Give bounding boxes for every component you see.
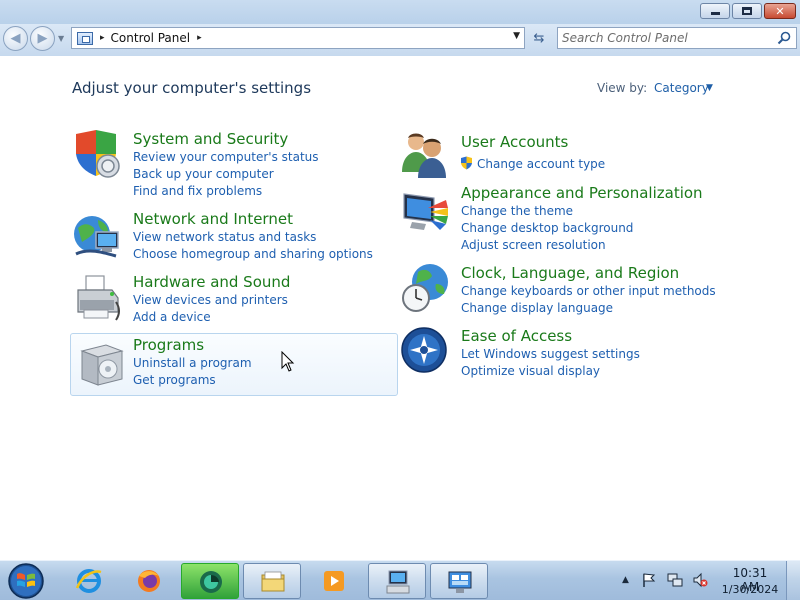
folder-icon — [261, 571, 285, 592]
control-panel-icon — [448, 571, 472, 593]
link-adjust-screen-resolution[interactable]: Adjust screen resolution — [461, 238, 606, 252]
category-hardware-sound-title[interactable]: Hardware and Sound — [133, 273, 290, 291]
programs-box-icon[interactable] — [76, 337, 128, 389]
media-player-icon — [324, 571, 344, 591]
view-by-dropdown[interactable]: Category — [654, 81, 709, 95]
minimize-button[interactable] — [700, 3, 730, 19]
close-icon: ✕ — [775, 4, 785, 18]
network-icon[interactable] — [667, 572, 683, 588]
taskbar: ▲ 10:31 AM 1/30/2024 — [0, 560, 800, 600]
link-homegroup-sharing[interactable]: Choose homegroup and sharing options — [133, 247, 373, 261]
link-view-network-status[interactable]: View network status and tasks — [133, 230, 316, 244]
category-network-internet-title[interactable]: Network and Internet — [133, 210, 293, 228]
internet-explorer-icon — [75, 569, 102, 593]
link-get-programs[interactable]: Get programs — [133, 373, 216, 387]
firefox-icon — [138, 570, 160, 592]
category-clock-region-title[interactable]: Clock, Language, and Region — [461, 264, 679, 282]
show-hidden-icons-button[interactable]: ▲ — [622, 575, 629, 585]
recent-pages-dropdown-icon[interactable]: ▼ — [58, 34, 64, 43]
green-app-icon — [200, 571, 222, 593]
shield-icon[interactable] — [72, 128, 124, 180]
link-change-desktop-background[interactable]: Change desktop background — [461, 221, 633, 235]
forward-button[interactable]: ▶ — [30, 26, 55, 51]
link-review-computer-status[interactable]: Review your computer's status — [133, 150, 319, 164]
category-system-security-title[interactable]: System and Security — [133, 130, 288, 148]
ease-of-access-icon[interactable] — [400, 326, 452, 378]
printer-icon[interactable] — [72, 272, 124, 324]
search-input[interactable] — [562, 30, 772, 46]
clock-globe-icon[interactable] — [400, 262, 452, 314]
taskbar-green-app[interactable] — [181, 563, 239, 599]
speaker-muted-icon[interactable] — [692, 572, 708, 588]
window-titlebar[interactable]: ✕ — [0, 0, 800, 24]
back-arrow-icon: ◀ — [10, 31, 21, 46]
start-button-windows-icon[interactable] — [6, 562, 46, 600]
search-box[interactable] — [557, 27, 797, 49]
appearance-monitor-icon[interactable] — [400, 188, 452, 240]
close-button[interactable]: ✕ — [764, 3, 796, 19]
address-bar[interactable]: ▸ Control Panel ▸ ▼ — [71, 27, 525, 49]
breadcrumb-root-separator-icon[interactable]: ▸ — [100, 33, 105, 43]
search-icon[interactable] — [777, 31, 791, 45]
taskbar-firefox[interactable] — [120, 563, 178, 599]
taskbar-media-player[interactable] — [305, 563, 363, 599]
page-title: Adjust your computer's settings — [72, 79, 312, 97]
minimize-icon — [701, 4, 729, 18]
window-controls: ✕ — [700, 3, 796, 19]
uac-shield-icon — [461, 156, 472, 170]
link-change-display-language[interactable]: Change display language — [461, 301, 613, 315]
taskbar-on-screen-keyboard[interactable] — [368, 563, 426, 599]
category-appearance-title[interactable]: Appearance and Personalization — [461, 184, 703, 202]
back-button[interactable]: ◀ — [3, 26, 28, 51]
show-desktop-button[interactable] — [786, 561, 800, 600]
breadcrumb-control-panel[interactable]: Control Panel — [111, 31, 191, 45]
refresh-icon: ⇆ — [533, 30, 545, 46]
link-change-account-type[interactable]: Change account type — [477, 157, 605, 171]
category-ease-access-title[interactable]: Ease of Access — [461, 327, 572, 345]
network-globe-icon[interactable] — [72, 212, 124, 264]
link-change-theme[interactable]: Change the theme — [461, 204, 573, 218]
link-windows-suggest-settings[interactable]: Let Windows suggest settings — [461, 347, 640, 361]
link-optimize-visual-display[interactable]: Optimize visual display — [461, 364, 600, 378]
link-change-keyboards[interactable]: Change keyboards or other input methods — [461, 284, 716, 298]
view-by-label: View by: — [597, 81, 648, 95]
control-panel-icon — [77, 31, 93, 45]
link-add-device[interactable]: Add a device — [133, 310, 211, 324]
restore-button[interactable] — [732, 3, 762, 19]
restore-icon — [733, 4, 761, 18]
action-center-flag-icon[interactable] — [641, 572, 657, 588]
category-user-accounts-title[interactable]: User Accounts — [461, 133, 568, 151]
link-find-fix-problems[interactable]: Find and fix problems — [133, 184, 262, 198]
user-accounts-icon[interactable] — [400, 128, 452, 180]
link-back-up-computer[interactable]: Back up your computer — [133, 167, 274, 181]
address-history-dropdown-icon[interactable]: ▼ — [513, 31, 520, 41]
taskbar-control-panel[interactable] — [430, 563, 488, 599]
view-by-chevron-down-icon[interactable]: ▼ — [706, 83, 713, 93]
taskbar-internet-explorer[interactable] — [60, 563, 118, 599]
refresh-button[interactable]: ⇆ — [527, 28, 551, 48]
breadcrumb-separator-icon[interactable]: ▸ — [197, 33, 202, 43]
link-uninstall-program[interactable]: Uninstall a program — [133, 356, 252, 370]
mouse-cursor-icon — [281, 351, 295, 372]
forward-arrow-icon: ▶ — [37, 31, 48, 46]
clock-date[interactable]: 1/30/2024 — [720, 583, 780, 596]
taskbar-file-explorer[interactable] — [243, 563, 301, 599]
category-programs-title[interactable]: Programs — [133, 336, 204, 354]
keyboard-monitor-icon — [386, 570, 410, 594]
link-view-devices-printers[interactable]: View devices and printers — [133, 293, 288, 307]
